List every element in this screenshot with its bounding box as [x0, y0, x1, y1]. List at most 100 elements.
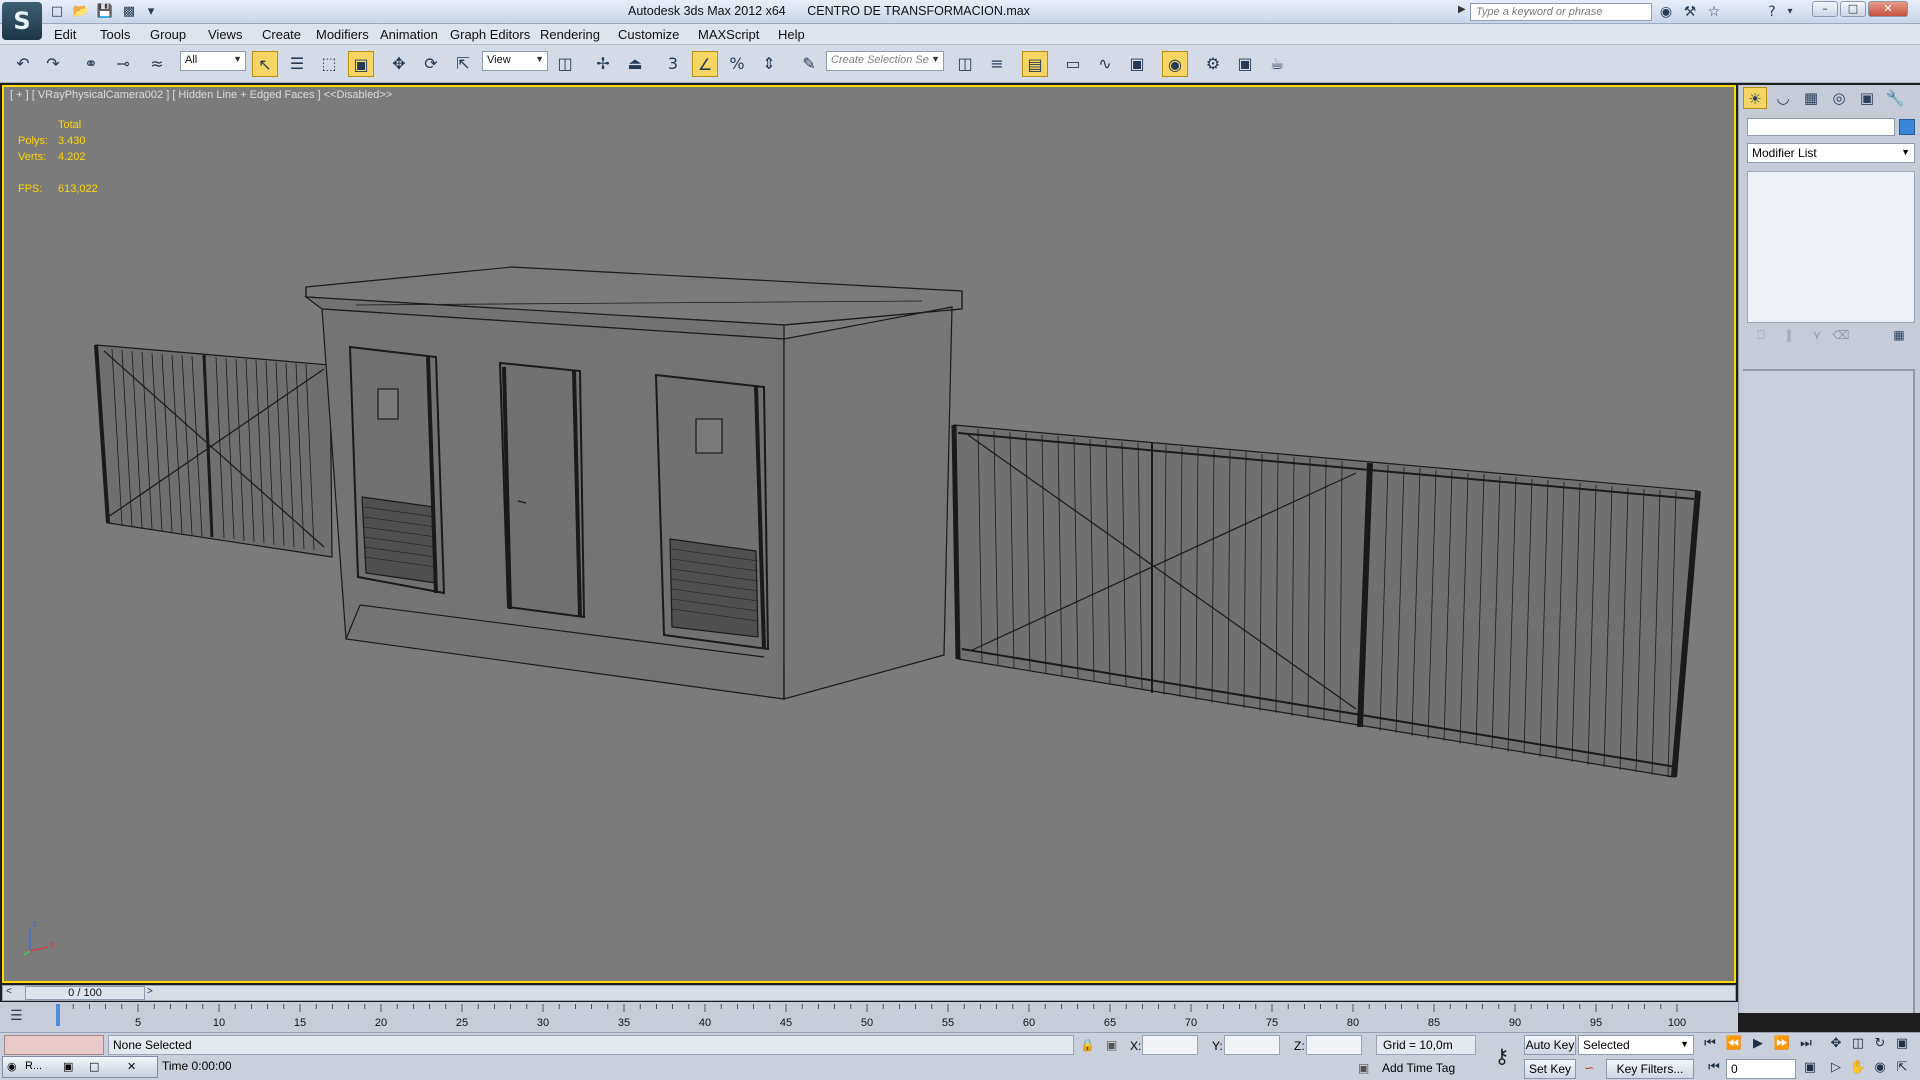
time-slider[interactable]: < 0 / 100 > — [2, 985, 1736, 1001]
zoom-icon[interactable]: ✥ — [1826, 1035, 1846, 1053]
time-slider-thumb[interactable]: 0 / 100 — [25, 986, 145, 1000]
save-file-icon[interactable]: 💾 — [96, 4, 114, 20]
time-slider-next-icon[interactable]: > — [147, 986, 153, 997]
create-tab-icon[interactable]: ☀ — [1743, 87, 1767, 109]
selection-filter-dropdown[interactable]: All ▼ — [180, 51, 246, 71]
modifier-list-dropdown[interactable]: Modifier List ▼ — [1747, 143, 1915, 163]
graphite-ribbon-icon[interactable]: ▭ — [1060, 51, 1086, 77]
add-time-tag-button[interactable]: Add Time Tag — [1382, 1061, 1455, 1075]
menu-edit[interactable]: Edit — [54, 27, 76, 42]
selection-lock-icon[interactable]: 🔒 — [1080, 1038, 1095, 1052]
mirror-icon[interactable]: ◫ — [952, 51, 978, 77]
auto-key-button[interactable]: Auto Key — [1524, 1035, 1576, 1055]
render-production-icon[interactable]: ☕ — [1264, 51, 1290, 77]
curve-editor-icon[interactable]: ∿ — [1092, 51, 1118, 77]
close-small-icon[interactable]: ✕ — [127, 1060, 136, 1073]
key-filters-button[interactable]: Key Filters... — [1606, 1059, 1694, 1079]
menu-views[interactable]: Views — [208, 27, 242, 42]
menu-group[interactable]: Group — [150, 27, 186, 42]
select-object-icon[interactable]: ↖ — [252, 51, 278, 77]
subscription-icon[interactable]: ⚒ — [1680, 3, 1700, 21]
snaps-toggle-icon[interactable]: 3 — [660, 51, 686, 77]
motion-tab-icon[interactable]: ◎ — [1827, 87, 1851, 109]
schematic-view-icon[interactable]: ▣ — [1124, 51, 1150, 77]
default-tangent-icon[interactable]: ∽ — [1584, 1061, 1594, 1075]
angle-snap-icon[interactable]: ∠ — [692, 51, 718, 77]
menu-maxscript[interactable]: MAXScript — [698, 27, 759, 42]
project-folder-icon[interactable]: ▩ — [120, 4, 138, 20]
go-to-start-icon[interactable]: ⏮ — [1700, 1035, 1720, 1053]
show-end-result-icon[interactable]: ‖ — [1779, 325, 1799, 345]
object-color-swatch[interactable] — [1899, 119, 1915, 135]
edit-named-selection-icon[interactable]: ✎ — [796, 51, 822, 77]
select-and-scale-icon[interactable]: ⇱ — [450, 51, 476, 77]
current-frame-field[interactable]: 0 — [1726, 1059, 1796, 1079]
render-setup-icon[interactable]: ⚙ — [1200, 51, 1226, 77]
minimize-button[interactable]: – — [1812, 1, 1838, 17]
make-unique-icon[interactable]: ⋎ — [1807, 325, 1827, 345]
spinner-snap-icon[interactable]: ⇕ — [756, 51, 782, 77]
application-menu-button[interactable]: S — [2, 2, 42, 40]
remove-modifier-icon[interactable]: ⌫ — [1831, 325, 1851, 345]
play-icon[interactable]: ▶ — [1748, 1035, 1768, 1053]
key-mode-dropdown[interactable]: Selected ▼ — [1578, 1035, 1694, 1055]
configure-modifier-sets-icon[interactable]: ▦ — [1889, 325, 1909, 345]
current-frame-marker[interactable] — [56, 1004, 60, 1026]
display-tab-icon[interactable]: ▣ — [1855, 87, 1879, 109]
menu-create[interactable]: Create — [262, 27, 301, 42]
binoculars-icon[interactable]: ◉ — [1656, 3, 1676, 21]
unlink-selection-icon[interactable]: ⊸ — [110, 51, 136, 77]
undo-icon[interactable]: ↶ — [10, 51, 36, 77]
mini-curve-editor-icon[interactable]: ☰ — [10, 1008, 32, 1026]
rendered-frame-window-icon[interactable]: ▣ — [1232, 51, 1258, 77]
maximize-toggle-icon[interactable]: ⇱ — [1892, 1059, 1912, 1077]
utilities-tab-icon[interactable]: 🔧 — [1883, 87, 1907, 109]
set-key-button[interactable]: Set Key — [1524, 1059, 1576, 1079]
orbit-subobject-icon[interactable]: ◉ — [1870, 1059, 1890, 1077]
pivot-center-icon[interactable]: ◫ — [552, 51, 578, 77]
open-file-icon[interactable]: 📂 — [72, 4, 90, 20]
right-fence-model[interactable] — [951, 424, 1701, 778]
timeline-ruler[interactable]: 5 10 15 20 25 30 35 40 45 50 55 60 65 70 75 80 85 90 95 100 — [56, 1004, 1686, 1030]
orbit-icon[interactable]: ↻ — [1870, 1035, 1890, 1053]
absolute-mode-icon[interactable]: ▣ — [1106, 1038, 1117, 1052]
search-input[interactable]: Type a keyword or phrase — [1470, 3, 1652, 21]
keyboard-shortcut-override-icon[interactable]: ⏏ — [622, 51, 648, 77]
search-expand-icon[interactable]: ▶ — [1458, 4, 1466, 15]
bind-to-space-warp-icon[interactable]: ≈ — [144, 51, 170, 77]
help-icon[interactable]: ? — [1762, 3, 1782, 21]
set-key-icon[interactable]: ⚷ — [1488, 1045, 1516, 1067]
help-dropdown-icon[interactable]: ▾ — [1780, 3, 1800, 21]
named-selection-set-dropdown[interactable]: Create Selection Se ▼ — [826, 51, 944, 71]
field-of-view-icon[interactable]: ▷ — [1826, 1059, 1846, 1077]
menu-tools[interactable]: Tools — [100, 27, 130, 42]
align-icon[interactable]: ≡ — [984, 51, 1010, 77]
menu-modifiers[interactable]: Modifiers — [316, 27, 369, 42]
x-coord-field[interactable] — [1142, 1035, 1198, 1055]
select-and-rotate-icon[interactable]: ⟳ — [418, 51, 444, 77]
y-coord-field[interactable] — [1224, 1035, 1280, 1055]
new-file-icon[interactable]: □ — [48, 4, 66, 20]
rectangular-selection-icon[interactable]: ⬚ — [316, 51, 342, 77]
pan-view-icon[interactable]: ✋ — [1848, 1059, 1868, 1077]
maximize-small-icon[interactable]: □ — [89, 1060, 99, 1073]
modify-tab-icon[interactable]: ◡ — [1771, 87, 1795, 109]
object-name-input[interactable] — [1747, 118, 1895, 136]
select-and-move-icon[interactable]: ✥ — [386, 51, 412, 77]
time-tag-icon[interactable]: ▣ — [1358, 1061, 1369, 1075]
layer-manager-icon[interactable]: ▤ — [1022, 51, 1048, 77]
z-coord-field[interactable] — [1306, 1035, 1362, 1055]
menu-rendering[interactable]: Rendering — [540, 27, 600, 42]
hierarchy-tab-icon[interactable]: ▦ — [1799, 87, 1823, 109]
reference-coordinate-dropdown[interactable]: View ▼ — [482, 51, 548, 71]
select-and-link-icon[interactable]: ⚭ — [78, 51, 104, 77]
zoom-all-icon[interactable]: ◫ — [1848, 1035, 1868, 1053]
modifier-stack-list[interactable] — [1747, 171, 1915, 323]
close-button[interactable]: ✕ — [1868, 1, 1908, 17]
transformer-building-model[interactable] — [304, 266, 963, 700]
menu-help[interactable]: Help — [778, 27, 805, 42]
select-and-manipulate-icon[interactable]: ✢ — [590, 51, 616, 77]
left-fence-model[interactable] — [94, 344, 333, 558]
maxscript-listener-input[interactable] — [4, 1035, 104, 1055]
menu-graph-editors[interactable]: Graph Editors — [450, 27, 530, 42]
